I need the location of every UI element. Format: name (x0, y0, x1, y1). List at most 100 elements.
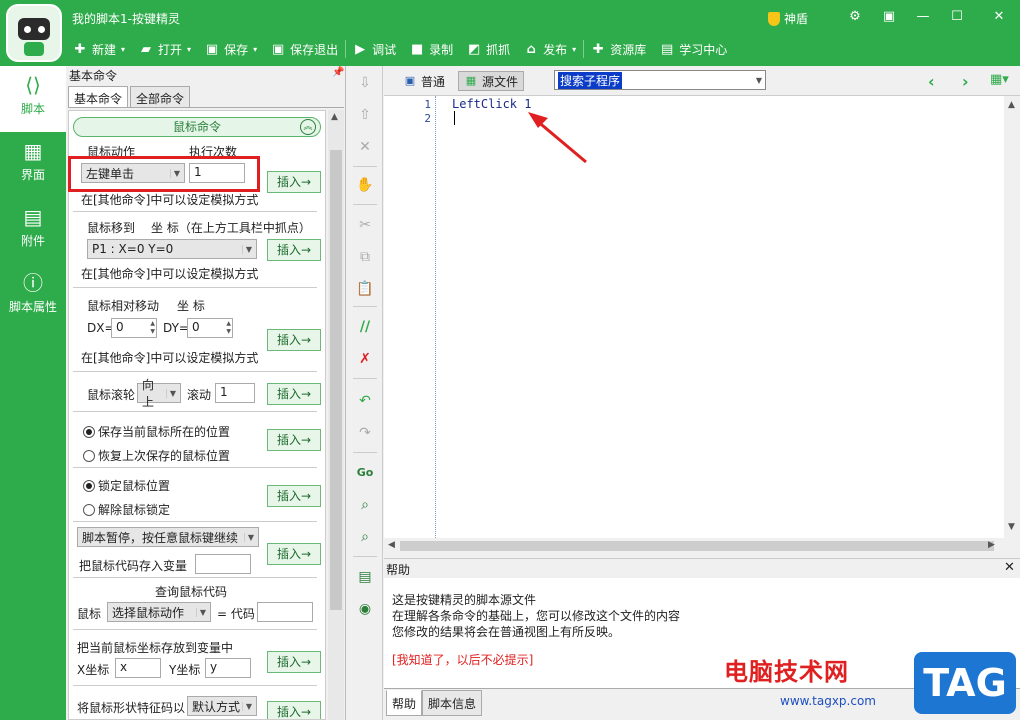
replace-icon[interactable]: ⌕ (356, 528, 374, 546)
radio-lock-mouse[interactable]: 锁定鼠标位置 (83, 477, 170, 494)
tab-all-commands[interactable]: 全部命令 (130, 86, 191, 108)
shield-button[interactable]: 神盾 (768, 10, 808, 27)
insert-button-pause[interactable]: 插入→ (267, 543, 321, 565)
search-subroutine-select[interactable]: 搜索子程序 ▼ (554, 70, 766, 90)
code-editor[interactable]: 1 2 LeftClick 1 (384, 96, 1004, 538)
annotation-arrow-icon (528, 112, 587, 164)
insert-button-rel[interactable]: 插入→ (267, 329, 321, 351)
watermark-url: www.tagxp.com (780, 694, 876, 708)
dy-input[interactable]: 0 ▲ ▼ (187, 318, 233, 338)
cut-icon[interactable]: ✂ (356, 216, 374, 234)
nav-properties[interactable]: ⓘ 脚本属性 (0, 264, 66, 330)
toolbar-publish[interactable]: ⌂ 发布 ▾ (517, 36, 583, 62)
delete-icon[interactable]: ✕ (356, 138, 374, 156)
toolbar-new[interactable]: ✚ 新建 ▾ (66, 36, 132, 62)
tab-source-view[interactable]: ▦ 源文件 (458, 71, 525, 91)
chevron-down-icon: ▼ (241, 701, 252, 711)
insert-button-lock[interactable]: 插入→ (267, 485, 321, 507)
mouse-rel-label: 鼠标相对移动 (87, 299, 160, 313)
next-icon[interactable]: › (962, 72, 969, 91)
variable-icon[interactable]: ▤ (356, 568, 374, 586)
script-icon: ⟨⟩ (25, 73, 41, 97)
toolbar-save[interactable]: ▣ 保存 ▾ (198, 36, 264, 62)
chevron-down-icon: ▼ (165, 388, 176, 398)
prev-icon[interactable]: ‹ (928, 72, 935, 91)
line-number: 1 (424, 98, 431, 111)
simulation-hint: 在[其他命令]中可以设定模拟方式 (81, 193, 259, 207)
close-icon[interactable]: ✕ (1004, 560, 1015, 575)
line-number: 2 (424, 112, 431, 125)
scroll-amount-input[interactable]: 1 (215, 383, 255, 403)
query-code-input[interactable] (257, 602, 313, 622)
goto-icon[interactable]: Go (356, 464, 374, 482)
panel-scrollbar[interactable]: ▲ (328, 110, 344, 720)
nav-script[interactable]: ⟨⟩ 脚本 (0, 66, 66, 132)
insert-button-move[interactable]: 插入→ (267, 239, 321, 261)
dx-input[interactable]: 0 ▲ ▼ (111, 318, 157, 338)
shape-mode-select[interactable]: 默认方式 ▼ (187, 696, 257, 716)
editor-hscrollbar[interactable]: ◀ ▶ (384, 538, 1020, 554)
pause-select[interactable]: 脚本暂停，按任意鼠标键继续 ▼ (77, 527, 259, 547)
help-line: 您修改的结果将会在普通视图上有所反映。 (392, 625, 621, 639)
layout-icon[interactable]: ▦▾ (990, 72, 1009, 87)
mouse-commands-group[interactable]: 鼠标命令 ︽ (73, 117, 321, 137)
tab-help[interactable]: 帮助 (386, 690, 423, 716)
toolbar-resource[interactable]: ✚ 资源库 (584, 36, 653, 62)
collapse-icon[interactable]: ︽ (300, 119, 316, 135)
insert-button-shape[interactable]: 插入→ (267, 701, 321, 719)
hand-icon[interactable]: ✋ (356, 176, 374, 194)
toolbar-save-exit[interactable]: ▣ 保存退出 (264, 36, 345, 62)
chevron-down-icon: ▼ (243, 532, 254, 542)
radio-save-position[interactable]: 保存当前鼠标所在的位置 (83, 423, 230, 440)
x-var-input[interactable]: x (115, 658, 161, 678)
pin-icon[interactable]: 📌 (332, 67, 344, 78)
view-icon[interactable]: ◉ (356, 600, 374, 618)
comment-icon[interactable]: // (356, 318, 374, 336)
redo-icon[interactable]: ↷ (356, 424, 374, 442)
nav-ui[interactable]: ▦ 界面 (0, 132, 66, 198)
y-var-input[interactable]: y (205, 658, 251, 678)
insert-button-wheel[interactable]: 插入→ (267, 383, 321, 405)
radio-unlock-mouse[interactable]: 解除鼠标锁定 (83, 501, 170, 518)
stepper-icon[interactable]: ▲ ▼ (226, 320, 231, 336)
toolbar-learn[interactable]: ▤ 学习中心 (653, 36, 734, 62)
coord-label: 坐 标（在上方工具栏中抓点） (151, 221, 311, 235)
insert-button-click[interactable]: 插入→ (267, 171, 321, 193)
ui-icon: ▦ (23, 139, 43, 163)
point-select[interactable]: P1 : X=0 Y=0 ▼ (87, 239, 257, 259)
toolbar-open[interactable]: ▰ 打开 ▾ (132, 36, 198, 62)
wheel-direction-select[interactable]: 向上 ▼ (137, 378, 181, 409)
maximize-icon[interactable]: ☐ (942, 4, 972, 30)
store-code-input[interactable] (195, 554, 251, 574)
tab-basic-commands[interactable]: 基本命令 (68, 86, 129, 108)
paste-icon[interactable]: 📋 (356, 280, 374, 298)
editor-vscrollbar[interactable]: ▲ ▼ (1004, 96, 1020, 538)
chevron-down-icon: ▼ (755, 75, 762, 85)
simulation-hint: 在[其他命令]中可以设定模拟方式 (81, 351, 259, 365)
toolbar-record[interactable]: ■ 录制 (403, 36, 460, 62)
copy-icon[interactable]: ⧉ (356, 248, 374, 266)
nav-attachment[interactable]: ▤ 附件 (0, 198, 66, 264)
chevron-down-icon: ▼ (195, 607, 206, 617)
x-label: X坐标 (77, 663, 110, 677)
tab-script-info[interactable]: 脚本信息 (422, 690, 483, 716)
find-icon[interactable]: ⌕ (356, 496, 374, 514)
arrow-up-icon[interactable]: ⇧ (356, 106, 374, 124)
uncomment-icon[interactable]: ✗ (356, 350, 374, 368)
minimize-icon[interactable]: — (908, 4, 938, 30)
undo-icon[interactable]: ↶ (356, 392, 374, 410)
toolbar-debug[interactable]: ▶ 调试 (346, 36, 403, 62)
radio-restore-position[interactable]: 恢复上次保存的鼠标位置 (83, 447, 230, 464)
stepper-icon[interactable]: ▲ ▼ (150, 320, 155, 336)
tab-normal-view[interactable]: ▣ 普通 (398, 71, 450, 91)
close-icon[interactable]: ✕ (984, 4, 1014, 30)
shape-label: 将鼠标形状特征码以 (77, 701, 186, 715)
toolbar-capture[interactable]: ◩ 抓抓 (460, 36, 517, 62)
query-action-select[interactable]: 选择鼠标动作 ▼ (107, 602, 211, 622)
settings-icon[interactable]: ⚙ (840, 4, 870, 30)
insert-button-save-pos[interactable]: 插入→ (267, 429, 321, 451)
arrow-down-icon[interactable]: ⇩ (356, 74, 374, 92)
insert-button-store-pos[interactable]: 插入→ (267, 651, 321, 673)
attachment-icon: ▤ (23, 205, 43, 229)
menu-icon[interactable]: ▣ (874, 4, 904, 30)
